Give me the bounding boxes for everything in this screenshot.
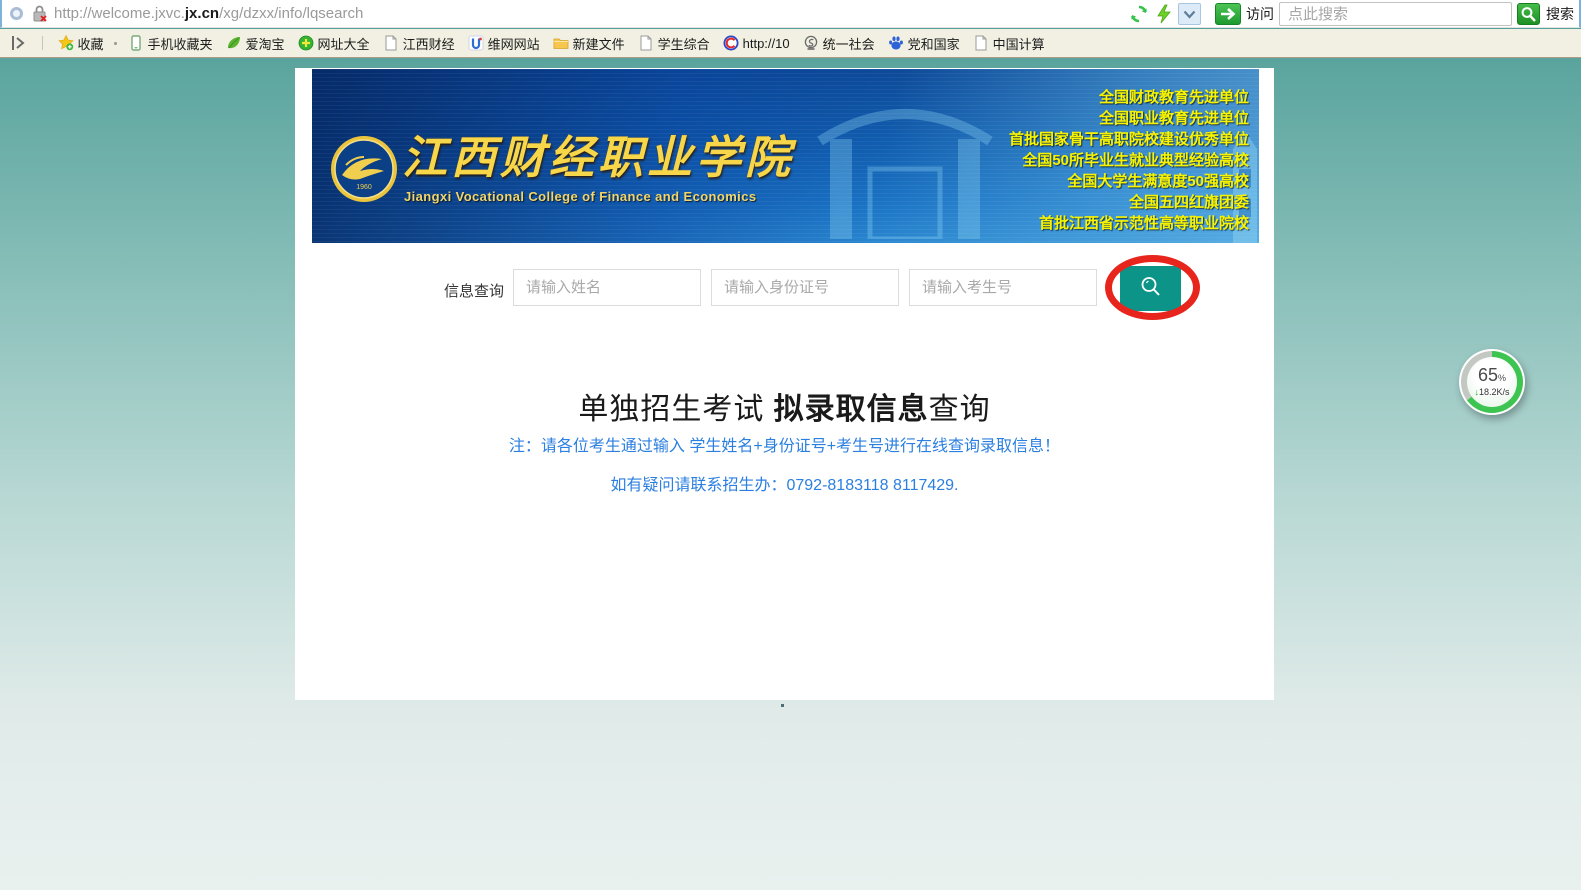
address-url[interactable]: http://welcome.jxvc.jx.cn/xg/dzxx/info/l… [54, 0, 363, 28]
honor-line: 全国五四红旗团委 [1128, 194, 1249, 211]
page-title: 单独招生考试 拟录取信息查询 [295, 384, 1274, 428]
honor-line: 首批江西省示范性高等职业院校 [1038, 215, 1249, 232]
bookmark-http10[interactable]: http://10 [723, 35, 790, 51]
visit-label[interactable]: 访问 [1246, 0, 1274, 28]
folder-icon [553, 38, 568, 49]
search-label[interactable]: 搜索 [1546, 0, 1574, 28]
toolbar-search-input[interactable] [1279, 2, 1512, 26]
download-speed: ↓18.2K/s [1474, 387, 1509, 398]
leaf-icon [227, 37, 240, 49]
u-logo-icon [468, 35, 484, 51]
bookmark-party-state[interactable]: 党和国家 [888, 34, 960, 53]
title-part2: 查询 [928, 393, 991, 426]
bookmark-label: 网址大全 [317, 36, 370, 52]
bookmark-credit-code[interactable]: 统一社会 [803, 34, 875, 53]
college-banner: 1960 江西财经职业学院 Jiangxi Vocational College… [312, 69, 1259, 243]
nav-state-icon [10, 7, 23, 20]
c-globe-icon [723, 35, 739, 51]
logo-year: 1960 [356, 184, 372, 191]
gate-watermark-icon [817, 109, 993, 239]
browser-url-bar: http://welcome.jxvc.jx.cn/xg/dzxx/info/l… [0, 0, 1581, 28]
instruction-note: 注：请各位考生通过输入 学生姓名+身份证号+考生号进行在线查询录取信息！ [508, 438, 1061, 455]
page-icon [385, 35, 397, 51]
bookmark-label: 中国计算 [992, 36, 1045, 52]
honor-line: 全国财政教育先进单位 [1098, 89, 1249, 106]
lightning-icon[interactable] [1154, 4, 1174, 24]
progress-inner: 65% ↓18.2K/s [1467, 357, 1517, 407]
paw-icon [888, 36, 903, 50]
go-arrow-button[interactable] [1215, 3, 1241, 25]
bookmark-new-folder[interactable]: 新建文件 [553, 34, 625, 53]
percent-sign: % [1498, 373, 1507, 383]
bookmark-nav-site[interactable]: 网址大全 [298, 34, 370, 53]
bookmark-label: 手机收藏夹 [147, 36, 213, 52]
stray-dot [781, 704, 784, 707]
toolbar-dropdown-button[interactable] [1178, 3, 1201, 25]
honor-line: 全国大学生满意度50强高校 [1067, 173, 1249, 190]
speed-value: 18.2K/s [1478, 387, 1510, 397]
page-icon [640, 35, 652, 51]
credit-ring-icon [804, 35, 817, 50]
url-domain: jx.cn [184, 5, 220, 22]
drag-dot [114, 41, 118, 45]
phone-icon [130, 35, 141, 51]
bookmark-aitaobao[interactable]: 爱淘宝 [226, 34, 285, 53]
star-add-icon [57, 35, 74, 51]
percent-value: 65 [1477, 365, 1498, 385]
name-input[interactable] [513, 269, 701, 306]
sidebar-toggle-icon[interactable] [8, 34, 28, 52]
plus-circle-icon [298, 35, 313, 51]
bookmark-weiwang[interactable]: 维网网站 [468, 34, 540, 53]
bookmark-label: 新建文件 [572, 36, 625, 52]
url-prefix: http://welcome.jxvc. [54, 5, 185, 22]
bookmark-jxcfe[interactable]: 江西财经 [383, 34, 455, 53]
college-name: 江西财经职业学院 [402, 132, 795, 183]
url-path: /xg/dzxx/info/lqsearch [219, 5, 364, 22]
query-label: 信息查询 [444, 283, 505, 300]
page-icon [975, 35, 987, 51]
bookmark-label: 维网网站 [487, 36, 540, 52]
honor-line: 首批国家骨干高职院校建设优秀单位 [1008, 131, 1249, 148]
candidate-number-input[interactable] [909, 269, 1097, 306]
contact-note: 如有疑问请联系招生办：0792-8183118 8117429. [610, 477, 959, 494]
bookmark-label: http://10 [742, 35, 790, 51]
id-number-input[interactable] [711, 269, 899, 306]
bookmark-student-portal[interactable]: 学生综合 [638, 34, 710, 53]
insecure-lock-icon [32, 5, 48, 23]
content-panel: 1960 江西财经职业学院 Jiangxi Vocational College… [295, 68, 1274, 700]
title-part1: 单独招生考试 [578, 393, 774, 426]
bookmark-label: 收藏 [77, 36, 104, 52]
bookmark-label: 党和国家 [907, 36, 960, 52]
bookmark-phone-folder[interactable]: 手机收藏夹 [128, 34, 213, 53]
query-search-button[interactable] [1120, 266, 1181, 311]
bookmark-label: 江西财经 [402, 36, 455, 52]
toolbar-search-button[interactable] [1517, 3, 1540, 25]
refresh-icon[interactable] [1129, 4, 1149, 24]
bookmark-label: 学生综合 [657, 36, 710, 52]
college-logo: 1960 [331, 136, 397, 202]
honor-list: 全国财政教育先进单位 全国职业教育先进单位 首批国家骨干高职院校建设优秀单位 全… [1009, 87, 1249, 234]
college-name-english: Jiangxi Vocational College of Finance an… [404, 189, 757, 204]
honor-line: 全国50所毕业生就业典型经验高校 [1022, 152, 1249, 169]
progress-percent: 65% [1478, 366, 1506, 387]
magnifier-icon [1141, 277, 1160, 296]
progress-ring: 65% ↓18.2K/s [1461, 351, 1523, 413]
honor-line: 全国职业教育先进单位 [1098, 110, 1249, 127]
bookmark-label: 统一社会 [822, 36, 875, 52]
download-progress-badge[interactable]: 65% ↓18.2K/s [1459, 349, 1525, 415]
bookmark-china-computing[interactable]: 中国计算 [973, 34, 1045, 53]
bookmark-favorites[interactable]: 收藏 [57, 34, 104, 53]
title-bold: 拟录取信息 [773, 393, 929, 426]
bookmark-label: 爱淘宝 [245, 36, 285, 52]
separator [42, 36, 43, 50]
bookmarks-bar: 收藏 手机收藏夹 爱淘宝 网址大全 江西财经 维网网站 新建文件 学生综合 ht… [0, 29, 1581, 58]
